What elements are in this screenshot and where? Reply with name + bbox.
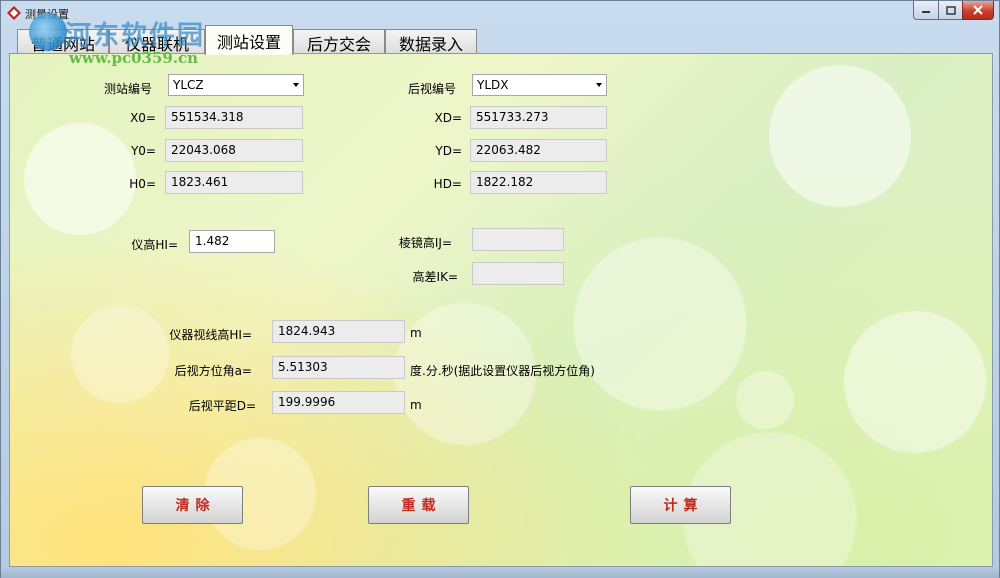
prism-height-label: 棱镜高IJ= (398, 236, 452, 250)
watermark-url: www.pc0359.cn (69, 49, 199, 67)
window-bottom-border (1, 567, 999, 578)
sight-height-label: 仪器视线高HI= (169, 328, 252, 342)
backsight-id-value: YLDX (477, 78, 509, 92)
hd-field[interactable]: 1822.182 (470, 171, 607, 194)
watermark-logo-icon (29, 13, 67, 51)
azimuth-unit: 度.分.秒(据此设置仪器后视方位角) (410, 364, 595, 378)
reload-button[interactable]: 重载 (368, 486, 469, 524)
y0-field[interactable]: 22043.068 (165, 139, 303, 162)
station-setup-panel: 测站编号 YLCZ X0= 551534.318 Y0= 22043.068 H… (9, 53, 993, 567)
distance-label: 后视平距D= (188, 399, 256, 413)
minimize-button[interactable] (913, 1, 939, 20)
h0-field[interactable]: 1823.461 (165, 171, 303, 194)
sight-height-field[interactable]: 1824.943 (272, 320, 405, 343)
watermark-name: 河东软件园 (65, 21, 206, 51)
tab-data-entry[interactable]: 数据录入 (385, 29, 477, 55)
prism-height-field[interactable] (472, 228, 564, 251)
calculate-button[interactable]: 计算 (630, 486, 731, 524)
station-id-label: 测站编号 (103, 82, 152, 96)
distance-field[interactable]: 199.9996 (272, 391, 405, 414)
station-id-select[interactable]: YLCZ (168, 74, 304, 96)
tab-resection[interactable]: 后方交会 (293, 29, 385, 55)
chevron-down-icon (596, 83, 602, 87)
xd-field[interactable]: 551733.273 (470, 106, 607, 129)
instrument-height-label: 仪高HI= (131, 238, 178, 252)
h0-label: H0= (129, 177, 156, 191)
tab-station-setup[interactable]: 测站设置 (205, 25, 293, 55)
x0-label: X0= (130, 111, 156, 125)
chevron-down-icon (293, 83, 299, 87)
backsight-id-label: 后视编号 (407, 82, 456, 96)
y0-label: Y0= (130, 144, 156, 158)
xd-label: XD= (434, 111, 462, 125)
yd-field[interactable]: 22063.482 (470, 139, 607, 162)
close-icon (973, 5, 983, 15)
maximize-button[interactable] (938, 1, 963, 20)
yd-label: YD= (435, 144, 462, 158)
azimuth-label: 后视方位角a= (174, 364, 252, 378)
station-id-value: YLCZ (173, 78, 204, 92)
azimuth-field[interactable]: 5.51303 (272, 356, 405, 379)
app-window: 测量设置 普通网站 仪器联机 测站设置 后方交会 数据录入 测站编号 YLCZ … (0, 0, 1000, 578)
minimize-icon (922, 11, 930, 13)
hd-label: HD= (433, 177, 462, 191)
sight-height-unit: m (410, 326, 422, 340)
height-diff-label: 高差IK= (412, 270, 458, 284)
x0-field[interactable]: 551534.318 (165, 106, 303, 129)
backsight-id-select[interactable]: YLDX (472, 74, 607, 96)
app-icon (7, 6, 21, 20)
close-button[interactable] (962, 1, 994, 20)
maximize-icon (945, 5, 956, 15)
distance-unit: m (410, 398, 422, 412)
clear-button[interactable]: 清除 (142, 486, 243, 524)
instrument-height-input[interactable]: 1.482 (189, 230, 275, 253)
height-diff-field[interactable] (472, 262, 564, 285)
